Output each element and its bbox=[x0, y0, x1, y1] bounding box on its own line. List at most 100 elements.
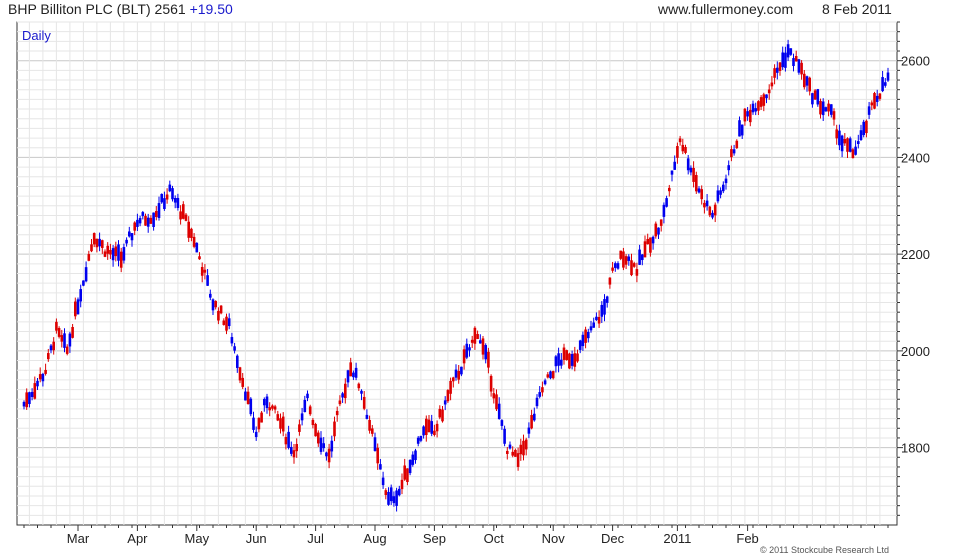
candle-body bbox=[49, 345, 53, 351]
x-tick-label: Jun bbox=[246, 531, 267, 546]
x-tick-label: Nov bbox=[542, 531, 566, 546]
candle-body bbox=[219, 305, 223, 314]
candle-body bbox=[878, 93, 882, 99]
candle-body bbox=[865, 120, 868, 134]
candle-body bbox=[497, 403, 501, 420]
candle-body bbox=[627, 256, 631, 261]
candle-body bbox=[346, 370, 350, 383]
candle-body bbox=[468, 347, 471, 351]
candle-body bbox=[122, 247, 126, 261]
candle-body bbox=[587, 331, 590, 339]
candle-body bbox=[630, 260, 633, 276]
candle-body bbox=[549, 371, 552, 379]
x-tick-label: 2011 bbox=[663, 531, 691, 546]
candle-body bbox=[551, 371, 555, 379]
x-tick-label: Dec bbox=[601, 531, 625, 546]
candle-body bbox=[357, 383, 361, 389]
candle-body bbox=[670, 170, 674, 175]
candle-body bbox=[724, 178, 728, 184]
candle-body bbox=[676, 146, 679, 158]
y-axis: 1800 2000 2200 2400 2600 bbox=[897, 21, 930, 516]
candle-body bbox=[98, 238, 101, 247]
candle-body bbox=[227, 318, 231, 327]
candle-body bbox=[141, 212, 145, 217]
candle-body bbox=[722, 184, 725, 192]
candle-body bbox=[109, 249, 112, 255]
candle-body bbox=[541, 387, 544, 393]
candle-body bbox=[198, 256, 201, 260]
candle-body bbox=[684, 146, 687, 153]
candle-body bbox=[487, 351, 490, 368]
y-tick-label: 2400 bbox=[901, 150, 930, 165]
candle-body bbox=[605, 296, 609, 303]
candle-body bbox=[830, 104, 833, 115]
candle-body bbox=[403, 465, 406, 480]
candle-body bbox=[859, 130, 863, 141]
candle-body bbox=[330, 440, 334, 452]
candle-body bbox=[597, 316, 601, 324]
candle-body bbox=[659, 219, 663, 226]
candle-body bbox=[68, 333, 72, 347]
candle-body bbox=[114, 246, 118, 257]
candle-body bbox=[641, 254, 644, 261]
candle-body bbox=[643, 241, 647, 258]
candle-body bbox=[146, 217, 150, 227]
candle-body bbox=[743, 108, 747, 122]
candle-body bbox=[843, 139, 847, 144]
candle-body bbox=[479, 340, 482, 344]
candle-body bbox=[449, 380, 452, 394]
candle-body bbox=[60, 335, 64, 342]
candle-body bbox=[92, 233, 96, 245]
candle-body bbox=[149, 217, 153, 224]
candle-body bbox=[344, 383, 347, 399]
candle-body bbox=[608, 277, 612, 285]
candle-body bbox=[751, 103, 755, 113]
candle-body bbox=[592, 322, 595, 328]
candle-body bbox=[217, 310, 220, 321]
copyright: © 2011 Stockcube Research Ltd bbox=[760, 545, 890, 555]
candle-body bbox=[79, 289, 82, 302]
x-tick-label: Sep bbox=[423, 531, 446, 546]
candle-body bbox=[848, 138, 852, 152]
candle-body bbox=[495, 394, 498, 410]
candle-body bbox=[546, 374, 550, 378]
candle-body bbox=[638, 249, 641, 265]
candle-body bbox=[727, 165, 730, 171]
candle-body bbox=[794, 56, 798, 62]
candle-body bbox=[222, 320, 226, 325]
candle-body bbox=[797, 59, 801, 73]
candle-body bbox=[578, 340, 582, 350]
candle-body bbox=[349, 362, 352, 377]
candle-body bbox=[206, 275, 209, 286]
candle-body bbox=[713, 204, 717, 216]
candle-body bbox=[335, 410, 339, 416]
x-tick-label: Feb bbox=[736, 531, 758, 546]
candle-body bbox=[692, 167, 695, 182]
candle-body bbox=[746, 111, 749, 117]
candle-body bbox=[279, 418, 282, 429]
candle-body bbox=[435, 423, 439, 432]
candle-body bbox=[867, 106, 871, 115]
candle-body bbox=[500, 420, 504, 426]
candle-body bbox=[354, 367, 358, 378]
candle-body bbox=[160, 193, 163, 203]
candle-body bbox=[568, 353, 571, 369]
candle-body bbox=[789, 48, 793, 55]
candle-body bbox=[835, 129, 838, 139]
candle-body bbox=[543, 380, 547, 385]
candle-body bbox=[873, 93, 876, 109]
candle-body bbox=[786, 44, 790, 58]
candle-body bbox=[38, 374, 42, 380]
candle-body bbox=[65, 346, 69, 354]
candle-body bbox=[649, 237, 652, 253]
candle-body bbox=[805, 76, 809, 86]
candle-body bbox=[303, 399, 307, 413]
candle-body bbox=[535, 397, 539, 407]
candle-body bbox=[389, 487, 393, 502]
candle-body bbox=[419, 435, 423, 441]
candle-body bbox=[416, 437, 420, 444]
candle-body bbox=[595, 316, 598, 321]
candle-body bbox=[470, 339, 474, 343]
candle-body bbox=[438, 408, 442, 418]
candle-body bbox=[821, 101, 825, 116]
